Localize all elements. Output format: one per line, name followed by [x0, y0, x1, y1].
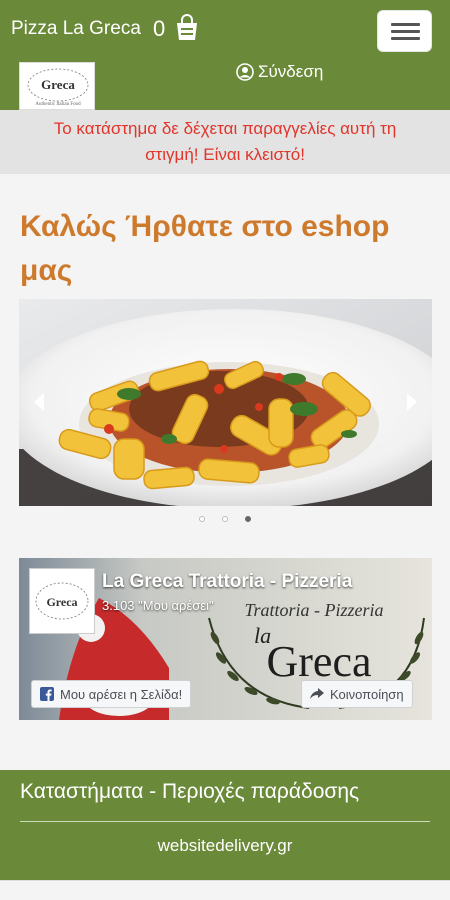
welcome-heading: Καλώς Ήρθατε στο eshop μας	[20, 205, 430, 293]
arrow-right-icon[interactable]	[402, 389, 422, 415]
notice-line-2: στιγμή! Είναι κλειστό!	[145, 145, 305, 164]
share-icon	[310, 688, 324, 699]
notice-line-1: Το κατάστημα δε δέχεται παραγγελίες αυτή…	[53, 119, 397, 138]
facebook-share-button[interactable]: Κοινοποίηση	[301, 680, 413, 708]
user-icon	[236, 63, 254, 81]
cart-count[interactable]: 0	[153, 16, 165, 42]
bottom-strip	[0, 880, 450, 900]
cart-icon[interactable]	[174, 14, 200, 42]
login-link[interactable]: Σύνδεση	[236, 62, 323, 82]
logo-tagline: Authentic Italian Food	[35, 102, 81, 107]
pasta-dish-image	[19, 299, 432, 506]
logo-text: Greca	[41, 77, 75, 92]
arrow-left-icon[interactable]	[29, 389, 49, 415]
facebook-page-name[interactable]: La Greca Trattoria - Pizzeria	[102, 571, 352, 593]
facebook-like-count: 3.103 "Μου αρέσει"	[102, 598, 214, 613]
menu-button[interactable]	[377, 10, 432, 52]
footer: Καταστήματα - Περιοχές παράδοσης website…	[0, 770, 450, 880]
facebook-page-widget[interactable]: Trattoria - Pizzeria la Greca Greca La G…	[19, 558, 432, 720]
facebook-page-avatar[interactable]: Greca	[29, 568, 95, 634]
welcome-line-1: Καλώς Ήρθατε στο eshop	[20, 210, 390, 243]
cover-title: Greca	[266, 637, 371, 686]
website-link[interactable]: websitedelivery.gr	[0, 836, 450, 856]
menu-icon	[391, 23, 420, 26]
welcome-line-2: μας	[20, 254, 73, 287]
stores-delivery-areas-link[interactable]: Καταστήματα - Περιοχές παράδοσης	[20, 780, 359, 804]
avatar-logo-text: Greca	[46, 595, 77, 609]
facebook-like-button[interactable]: Μου αρέσει η Σελίδα!	[31, 680, 192, 708]
carousel-dot-active[interactable]	[245, 516, 251, 522]
carousel-indicators	[0, 516, 450, 522]
footer-divider	[20, 821, 430, 822]
top-navbar: Pizza La Greca 0 Greca Authentic Italian…	[0, 0, 450, 110]
like-button-label: Μου αρέσει η Σελίδα!	[60, 686, 183, 702]
carousel-dot[interactable]	[222, 516, 228, 522]
brand-name[interactable]: Pizza La Greca	[11, 18, 141, 40]
facebook-icon	[40, 687, 54, 701]
logo[interactable]: Greca Authentic Italian Food	[19, 62, 95, 110]
cover-subtitle: Trattoria - Pizzeria	[244, 600, 383, 620]
carousel-dot[interactable]	[199, 516, 205, 522]
image-carousel[interactable]	[19, 299, 432, 506]
store-closed-notice: Το κατάστημα δε δέχεται παραγγελίες αυτή…	[0, 110, 450, 174]
login-label: Σύνδεση	[258, 62, 324, 81]
share-button-label: Κοινοποίηση	[330, 686, 404, 702]
